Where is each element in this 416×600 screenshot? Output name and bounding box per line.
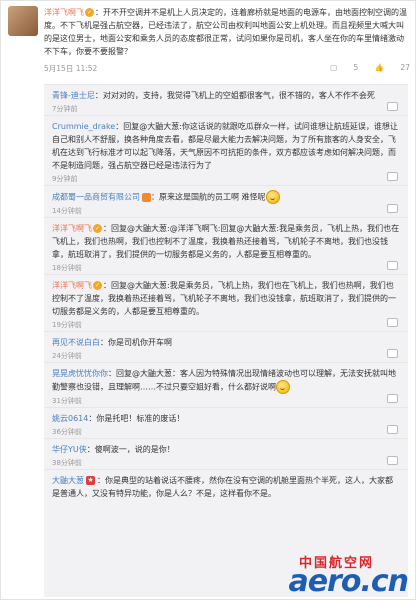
comment-list: 青锋-迪士尼：对对对的，支持，我觉得飞机上的空姐都很客气，很不错的，客人不作不会… — [44, 84, 408, 597]
comment-text: ：你是典型的站着说话不腰疼，然你在没有空调的机舱里面热个半死，这人，大家都是普通… — [52, 476, 393, 498]
post-time[interactable]: 5月15日 11:52 — [44, 62, 97, 75]
comment-text: ：对对对的，支持，我觉得飞机上的空姐都很客气，很不错的，客人不作不会死 — [94, 91, 375, 100]
comment-author[interactable]: 大鼬大葱 — [52, 476, 84, 485]
grin-emoji-icon — [276, 380, 290, 394]
verified-badge-icon: ✓ — [93, 224, 102, 233]
comment-author[interactable]: 再见不说白白 — [52, 338, 100, 347]
grin-emoji-icon — [265, 190, 280, 204]
comment-text: ：回复@大鼬大葱:我是乘务员，飞机上热，我们也在飞机上，我们也热啊，我们也控制不… — [52, 281, 396, 316]
comment-text: ：你是司机你开车啊 — [100, 338, 172, 347]
comment-item: 华仔YU侠：傻啊波一，说的是你！ 38分钟前 — [44, 439, 408, 470]
comment-time: 24分钟前 — [52, 352, 82, 360]
reply-icon[interactable] — [387, 394, 398, 403]
comment-time: 9分钟前 — [52, 175, 78, 183]
comment-item: 姚云0614：你是托吧！标准的废话！ 36分钟前 — [44, 408, 408, 439]
reply-icon[interactable] — [387, 425, 398, 434]
like-count: 27 — [400, 63, 410, 72]
comment-text: ：傻啊波一，说的是你！ — [86, 445, 175, 454]
avatar[interactable] — [8, 6, 38, 36]
comment-time: 36分钟前 — [52, 428, 82, 436]
comment-text: ：回复@大鼬大葱:@洋洋飞啊飞:回复@大鼬大葱:我是乘务员，飞机上热，我们也在飞… — [52, 224, 400, 259]
reply-icon[interactable] — [387, 261, 398, 270]
reply-icon[interactable] — [387, 102, 398, 111]
reply-icon[interactable] — [387, 318, 398, 327]
comment-item: 大鼬大葱 ★ ：你是典型的站着说话不腰疼，然你在没有空调的机舱里面热个半死，这人，大… — [44, 470, 408, 500]
reply-action[interactable]: ▢ 5 — [330, 63, 358, 72]
reply-icon[interactable] — [387, 204, 398, 213]
star-badge-icon: ★ — [86, 476, 95, 485]
comment-item: 成都蜀一品商贸有限公司 ：原来这是国航的员工啊 难怪呢 14分钟前 — [44, 186, 408, 218]
comment-author[interactable]: 成都蜀一品商贸有限公司 — [52, 193, 140, 202]
reply-icon[interactable] — [387, 172, 398, 181]
comment-item: Crummie_drake：回复@大鼬大葱:你这话说的就跟吃瓜群众一样，试问谁想… — [44, 116, 408, 186]
comment-author[interactable]: 华仔YU侠 — [52, 445, 87, 454]
comment-item: 再见不说白白：你是司机你开车啊 24分钟前 — [44, 332, 408, 363]
comment-time: 38分钟前 — [52, 459, 82, 467]
verified-badge-icon: ✓ — [93, 281, 102, 290]
reply-icon[interactable] — [387, 349, 398, 358]
comment-text: ：原来这是国航的员工啊 难怪呢 — [151, 192, 266, 202]
post-author[interactable]: 洋洋飞啊飞 — [44, 8, 84, 17]
post-text: ：开不开空调并不是机上人员决定的，连着廊桥就是地面的电源车，由地面控制空调的温度… — [44, 8, 407, 56]
comment-time: 18分钟前 — [52, 264, 82, 272]
comment-item: 洋洋飞啊飞 ✓ ：回复@大鼬大葱:我是乘务员，飞机上热，我们也在飞机上，我们也热啊，… — [44, 275, 408, 332]
reply-icon[interactable] — [387, 456, 398, 465]
comment-author[interactable]: 姚云0614 — [52, 414, 88, 423]
comment-item: 青锋-迪士尼：对对对的，支持，我觉得飞机上的空姐都很客气，很不错的，客人不作不会… — [44, 85, 408, 116]
comment-time: 19分钟前 — [52, 321, 82, 329]
comment-author[interactable]: Crummie_drake — [52, 122, 115, 131]
comment-text: ：你是托吧！标准的废话！ — [88, 414, 185, 423]
comment-item: 洋洋飞啊飞 ✓ ：回复@大鼬大葱:@洋洋飞啊飞:回复@大鼬大葱:我是乘务员，飞机上热… — [44, 218, 408, 275]
comment-time: 7分钟前 — [52, 105, 78, 113]
like-action[interactable]: 👍 27 — [375, 63, 410, 72]
enterprise-badge-icon — [142, 192, 151, 202]
comment-author[interactable]: 洋洋飞啊飞 — [52, 281, 92, 290]
comment-time: 14分钟前 — [52, 207, 82, 215]
comment-author[interactable]: 洋洋飞啊飞 — [52, 224, 92, 233]
reply-count: 5 — [353, 63, 359, 72]
verified-badge-icon: ✓ — [85, 8, 94, 17]
comment-author[interactable]: 青锋-迪士尼 — [52, 91, 95, 100]
comment-author[interactable]: 晃晃虎忧忧你你 — [52, 369, 108, 378]
comment-time: 31分钟前 — [52, 397, 82, 405]
main-post: 洋洋飞啊飞 ✓ ：开不开空调并不是机上人员决定的，连着廊桥就是地面的电源车，由地面控… — [8, 6, 410, 74]
comment-item: 晃晃虎忧忧你你：回复@大鼬大葱：客人因为特殊情况出现情绪波动也可以理解，无法安抚… — [44, 363, 408, 408]
